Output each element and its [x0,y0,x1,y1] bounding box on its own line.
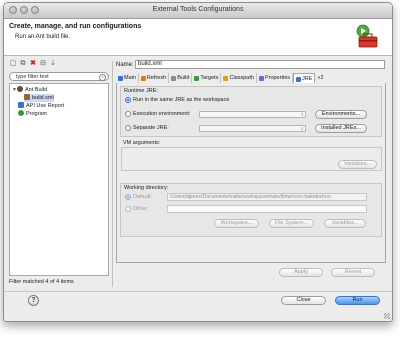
default-directory-option[interactable]: Default: [125,193,152,201]
ant-file-icon [24,94,30,100]
clear-filter-icon[interactable]: × [99,74,106,81]
select-arrows-icon: ⇕ [300,112,304,117]
execution-environment-label: Execution environment: [133,111,191,117]
tree-item-label: build.xml [32,95,54,101]
select-arrows-icon: ⇕ [300,126,304,131]
runtime-jre-group: Runtime JRE: Run in the same JRE as the … [120,86,382,137]
tab-label: Refresh [146,75,167,81]
resize-grip-icon[interactable] [384,313,390,319]
collapse-all-icon[interactable]: ⊟ [39,60,47,68]
filter-status: Filter matched 4 of 4 items [9,279,74,285]
revert-button[interactable]: Revert [331,268,375,277]
tab-classpath[interactable]: Classpath [221,73,257,83]
execution-environment-radio[interactable] [125,111,131,117]
tab-overflow-label: »2 [317,75,324,81]
separate-jre-select[interactable]: ⇕ [199,125,306,132]
tab-label: Properties [264,75,291,81]
same-jre-option[interactable]: Run in the same JRE as the workspace [125,96,229,104]
configurations-panel: ▢ ⧉ ✖ ⊟ ⇣ type filter text × ▼ Ant Build … [9,60,109,288]
tab-overflow[interactable]: »2 [315,73,325,83]
default-directory-label: Default: [133,194,152,200]
name-label: Name: [116,62,134,68]
filter-placeholder: type filter text [16,74,49,80]
program-icon [18,110,24,116]
separate-jre-option[interactable]: Separate JRE: [125,124,169,132]
tree-item-build-xml[interactable]: build.xml [24,94,54,102]
run-button[interactable]: Run [335,296,380,305]
same-jre-radio[interactable] [125,97,131,103]
filter-menu-icon[interactable]: ⇣ [49,60,57,68]
close-button[interactable]: Close [281,296,326,305]
help-icon[interactable]: ? [28,295,39,306]
configurations-toolbar: ▢ ⧉ ✖ ⊟ ⇣ [9,60,57,69]
tab-label: Classpath [229,75,254,81]
header-banner: Create, manage, and run configurations R… [4,19,392,56]
working-directory-label: Working directory: [124,185,169,191]
window-title: External Tools Configurations [152,6,244,13]
new-configuration-icon[interactable]: ▢ [9,60,17,68]
installed-jres-button[interactable]: Installed JREs... [315,124,367,133]
tab-targets[interactable]: Targets [192,73,222,83]
jre-icon [296,76,302,82]
toolbox-run-icon [356,24,378,48]
tab-label: Build [177,75,190,81]
classpath-icon [223,75,229,81]
properties-icon [258,75,264,81]
other-directory-radio[interactable] [125,206,131,212]
file-system-button[interactable]: File System... [269,219,314,228]
external-tools-dialog: External Tools Configurations Create, ma… [3,2,393,322]
tree-item-program[interactable]: Program [18,110,47,118]
execution-environment-option[interactable]: Execution environment: [125,110,190,118]
separate-jre-label: Separate JRE: [133,125,169,131]
vm-arguments-label: VM arguments: [123,140,161,146]
default-directory-radio[interactable] [125,194,131,200]
configuration-tree[interactable]: ▼ Ant Build build.xml API Use Report Prog… [9,83,109,276]
name-field[interactable]: build.xml [135,60,385,69]
targets-icon [194,75,200,81]
build-icon [171,75,177,81]
ant-icon [17,86,23,92]
duplicate-configuration-icon[interactable]: ⧉ [19,60,27,68]
configuration-editor: Name: build.xml Main Refresh Build Targe… [116,60,386,288]
environments-button[interactable]: Environments... [315,110,367,119]
tab-build[interactable]: Build [169,73,193,83]
tab-label: Main [124,75,136,81]
tree-item-label: API Use Report [26,103,65,109]
vm-variables-button[interactable]: Variables... [338,160,377,169]
runtime-jre-label: Runtime JRE: [124,88,158,94]
banner-title: Create, manage, and run configurations [9,23,142,30]
api-report-icon [18,102,24,108]
tab-refresh[interactable]: Refresh [139,73,170,83]
default-directory-field: /Users/dgreen/Documents/make/workspace/m… [167,193,367,201]
other-directory-label: Other: [133,206,149,212]
execution-environment-select[interactable]: ⇕ [199,111,306,118]
tab-main[interactable]: Main [116,73,139,83]
tree-item-label: Ant Build [25,87,48,93]
separate-jre-radio[interactable] [125,125,131,131]
tree-item-label: Program [26,111,48,117]
main-tab-icon [118,75,123,81]
tree-item-ant-build[interactable]: ▼ Ant Build [12,86,47,94]
delete-configuration-icon[interactable]: ✖ [29,60,37,68]
workspace-button[interactable]: Workspace... [214,219,259,228]
tab-label: Targets [200,75,219,81]
wd-variables-button[interactable]: Variables... [324,219,366,228]
footer-divider [4,291,392,292]
apply-button[interactable]: Apply [279,268,323,277]
jre-tab-content: Runtime JRE: Run in the same JRE as the … [116,83,386,263]
banner-subtitle: Run an Ant build file. [15,34,71,40]
filter-input[interactable]: type filter text × [9,72,109,81]
tree-item-api-use-report[interactable]: API Use Report [18,102,64,110]
working-directory-group: Working directory: Default: /Users/dgree… [120,183,382,237]
other-directory-option[interactable]: Other: [125,205,148,213]
other-directory-field[interactable] [167,205,367,213]
same-jre-label: Run in the same JRE as the workspace [133,97,230,103]
title-bar[interactable]: External Tools Configurations [4,3,392,19]
panel-divider[interactable] [112,61,113,287]
refresh-icon [140,75,146,81]
tab-properties[interactable]: Properties [257,73,294,83]
